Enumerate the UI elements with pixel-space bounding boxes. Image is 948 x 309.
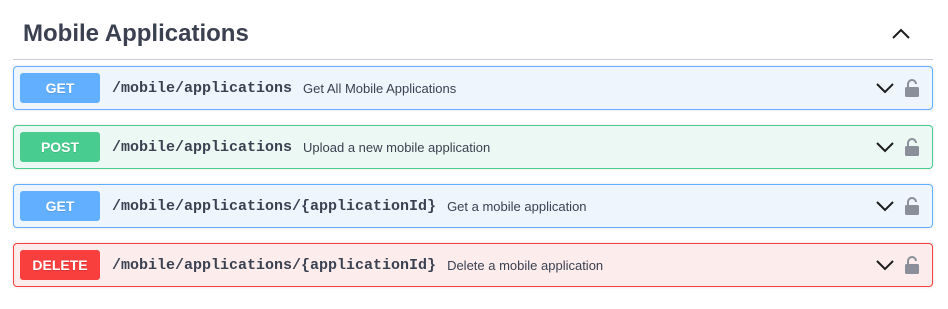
operation-delete-application[interactable]: DELETE /mobile/applications/{application…	[13, 243, 933, 287]
method-badge: GET	[20, 73, 100, 103]
lock-icon[interactable]	[901, 253, 923, 277]
operation-summary: Upload a new mobile application	[303, 139, 491, 155]
operation-summary: Get a mobile application	[447, 198, 587, 214]
chevron-down-icon[interactable]	[873, 76, 897, 100]
section-header[interactable]: Mobile Applications	[13, 8, 933, 60]
section-title: Mobile Applications	[23, 19, 249, 47]
operation-get-applications[interactable]: GET /mobile/applications Get All Mobile …	[13, 66, 933, 110]
lock-icon[interactable]	[901, 194, 923, 218]
chevron-down-icon[interactable]	[873, 194, 897, 218]
lock-icon[interactable]	[901, 76, 923, 100]
operation-summary: Get All Mobile Applications	[303, 80, 457, 96]
operation-post-applications[interactable]: POST /mobile/applications Upload a new m…	[13, 125, 933, 169]
operation-path: /mobile/applications/{applicationId}	[112, 197, 437, 215]
chevron-down-icon[interactable]	[873, 253, 897, 277]
operation-path: /mobile/applications	[112, 138, 293, 156]
operation-summary: Delete a mobile application	[447, 257, 604, 273]
lock-icon[interactable]	[901, 135, 923, 159]
chevron-down-icon[interactable]	[873, 135, 897, 159]
method-badge: POST	[20, 132, 100, 162]
method-badge: DELETE	[20, 250, 100, 280]
operation-path: /mobile/applications	[112, 79, 293, 97]
operation-path: /mobile/applications/{applicationId}	[112, 256, 437, 274]
operation-get-application-by-id[interactable]: GET /mobile/applications/{applicationId}…	[13, 184, 933, 228]
chevron-up-icon[interactable]	[881, 14, 921, 54]
method-badge: GET	[20, 191, 100, 221]
